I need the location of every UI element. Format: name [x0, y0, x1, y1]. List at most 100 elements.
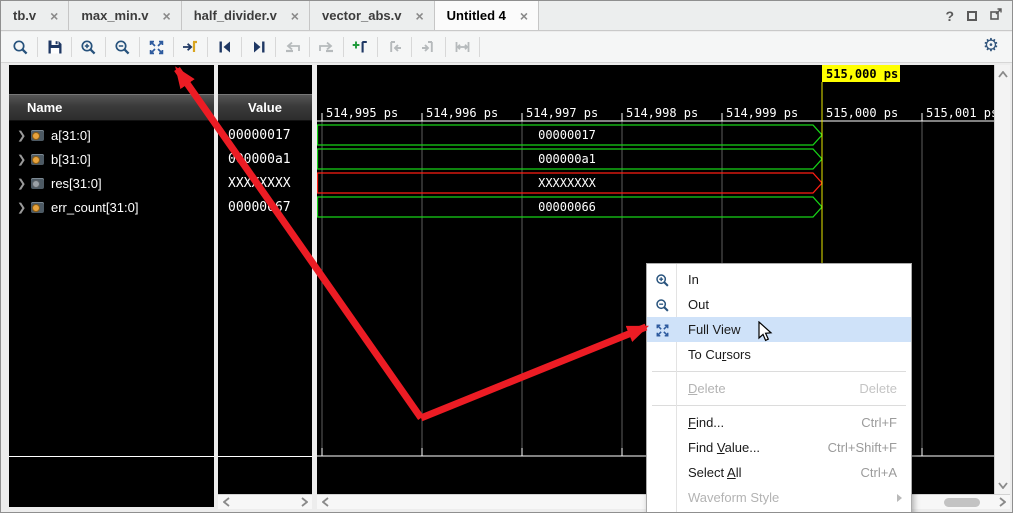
scroll-right-icon[interactable]	[298, 496, 310, 508]
scroll-right-icon[interactable]	[996, 496, 1008, 508]
menu-item-to-cursors[interactable]: To Cursors	[647, 342, 911, 367]
menu-shortcut: Ctrl+Shift+F	[828, 440, 897, 455]
svg-text:515,000 ps: 515,000 ps	[826, 67, 898, 81]
signal-row[interactable]: ❯ err_count[31:0]	[9, 195, 214, 219]
svg-text:514,995 ps: 514,995 ps	[326, 106, 398, 120]
menu-item-in[interactable]: In	[647, 267, 911, 292]
signal-value: 00000017	[218, 123, 312, 147]
swap-cursor-next-button	[314, 35, 339, 59]
tab-label: half_divider.v	[194, 8, 277, 23]
tab-close-icon[interactable]: ×	[291, 9, 299, 23]
signal-name: err_count[31:0]	[51, 200, 138, 215]
value-panel-baseline	[218, 456, 312, 457]
signal-value-panel: Value 00000017000000a1XXXXXXXX00000067	[218, 65, 312, 494]
value-column-header[interactable]: Value	[218, 94, 312, 121]
waveform-vertical-scrollbar[interactable]	[994, 65, 1010, 494]
signal-value: XXXXXXXX	[218, 171, 312, 195]
signal-value: 00000067	[218, 195, 312, 219]
svg-text:000000a1: 000000a1	[538, 152, 596, 166]
maximize-icon[interactable]	[967, 11, 977, 21]
submenu-arrow-icon	[897, 494, 902, 502]
menu-item-select-all[interactable]: Select AllCtrl+A	[647, 460, 911, 485]
svg-text:514,999 ps: 514,999 ps	[726, 106, 798, 120]
signal-value: 000000a1	[218, 147, 312, 171]
menu-item-full-view[interactable]: Full View	[647, 317, 911, 342]
svg-text:514,998 ps: 514,998 ps	[626, 106, 698, 120]
scroll-up-icon[interactable]	[997, 68, 1009, 80]
menu-item-delete: DeleteDelete	[647, 376, 911, 401]
expand-chevron-icon[interactable]: ❯	[17, 153, 31, 166]
zoom-out-button[interactable]	[110, 35, 135, 59]
signal-row[interactable]: ❯ b[31:0]	[9, 147, 214, 171]
search-button[interactable]	[8, 35, 33, 59]
svg-text:XXXXXXXX: XXXXXXXX	[538, 176, 597, 190]
tab-label: tb.v	[13, 8, 36, 23]
value-header-label: Value	[248, 100, 282, 115]
signal-row[interactable]: ❯ a[31:0]	[9, 123, 214, 147]
name-column-header[interactable]: Name	[9, 94, 214, 121]
tab-label: vector_abs.v	[322, 8, 402, 23]
next-transition-button[interactable]	[246, 35, 271, 59]
menu-item-label: To Cursors	[688, 347, 751, 362]
tab-untitled-4[interactable]: Untitled 4×	[435, 1, 539, 30]
tab-max-min-v[interactable]: max_min.v×	[69, 1, 181, 30]
tab-half-divider-v[interactable]: half_divider.v ×	[182, 1, 310, 30]
tab-close-icon[interactable]: ×	[415, 9, 423, 23]
toolbar-separator	[105, 37, 106, 57]
toolbar-separator	[71, 37, 72, 57]
menu-item-out[interactable]: Out	[647, 292, 911, 317]
expand-chevron-icon[interactable]: ❯	[17, 177, 31, 190]
menu-item-find[interactable]: Find... Ctrl+F	[647, 410, 911, 435]
zoom-fit-icon	[653, 321, 671, 339]
menu-item-find-value[interactable]: Find Value...Ctrl+Shift+F	[647, 435, 911, 460]
expand-chevron-icon[interactable]: ❯	[17, 129, 31, 142]
signal-name: b[31:0]	[51, 152, 91, 167]
bus-signal-icon	[31, 202, 44, 213]
signal-name: res[31:0]	[51, 176, 102, 191]
expand-chevron-icon[interactable]: ❯	[17, 201, 31, 214]
menu-item-label: Waveform Style	[688, 490, 779, 505]
zoom-in-button[interactable]	[76, 35, 101, 59]
tab-close-icon[interactable]: ×	[50, 9, 58, 23]
tab-close-icon[interactable]: ×	[163, 9, 171, 23]
previous-marker-button	[382, 35, 407, 59]
settings-gear-icon[interactable]: ⚙	[983, 35, 999, 56]
toolbar-separator	[479, 37, 480, 57]
bus-signal-icon	[31, 130, 44, 141]
float-icon[interactable]	[990, 7, 1002, 25]
scroll-down-icon[interactable]	[997, 479, 1009, 491]
svg-text:00000017: 00000017	[538, 128, 596, 142]
scroll-left-icon[interactable]	[220, 496, 232, 508]
zoom-to-cursor-button[interactable]	[178, 35, 203, 59]
toolbar-separator	[139, 37, 140, 57]
zoom-fit-button[interactable]	[144, 35, 169, 59]
help-icon[interactable]: ?	[945, 8, 954, 24]
menu-shortcut: Ctrl+F	[861, 415, 897, 430]
scroll-left-icon[interactable]	[319, 496, 331, 508]
signal-name: a[31:0]	[51, 128, 91, 143]
name-panel-baseline	[9, 456, 214, 457]
next-marker-button	[416, 35, 441, 59]
toolbar-separator	[445, 37, 446, 57]
tab-vector-abs-v[interactable]: vector_abs.v ×	[310, 1, 435, 30]
menu-item-label: Out	[688, 297, 709, 312]
previous-transition-button[interactable]	[212, 35, 237, 59]
waveform-context-menu: In Out Full View To Cursors DeleteDelete Find…	[646, 263, 912, 513]
svg-text:515,000 ps: 515,000 ps	[826, 106, 898, 120]
toolbar-separator	[309, 37, 310, 57]
svg-text:514,996 ps: 514,996 ps	[426, 106, 498, 120]
tab-tb-v[interactable]: tb.v ×	[1, 1, 69, 30]
window-controls: ?	[945, 1, 1002, 31]
menu-shortcut: Ctrl+A	[861, 465, 897, 480]
add-marker-button[interactable]	[348, 35, 373, 59]
value-horizontal-scrollbar[interactable]	[218, 494, 312, 509]
menu-shortcut: Delete	[859, 381, 897, 396]
bus-signal-icon	[31, 178, 44, 189]
save-button[interactable]	[42, 35, 67, 59]
tab-close-icon[interactable]: ×	[520, 9, 528, 23]
scrollbar-thumb[interactable]	[944, 498, 980, 507]
menu-item-label: Find...	[688, 415, 724, 430]
signal-name-panel: Name ❯ a[31:0] ❯ b[31:0] ❯ res[31:0] ❯ err_coun…	[9, 65, 214, 507]
signal-row[interactable]: ❯ res[31:0]	[9, 171, 214, 195]
toolbar-separator	[173, 37, 174, 57]
